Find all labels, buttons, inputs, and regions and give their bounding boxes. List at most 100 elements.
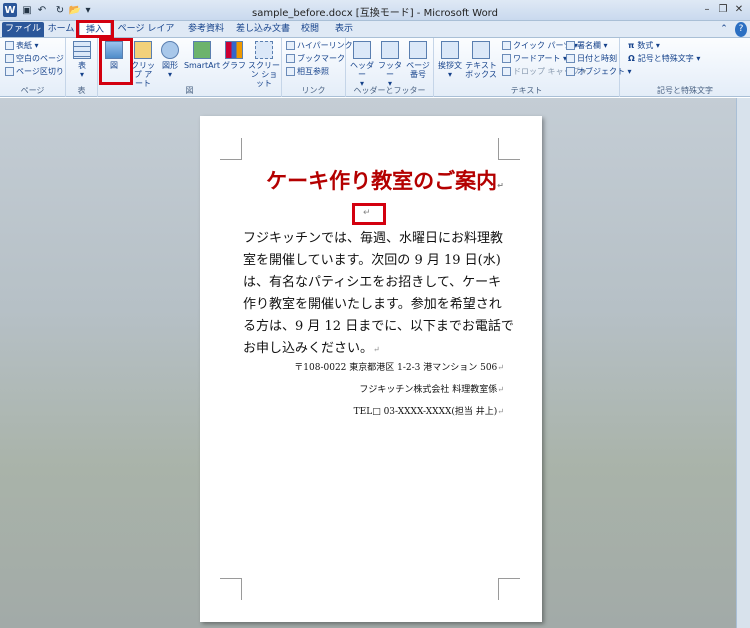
document-page[interactable]: ケーキ作り教室のご案内 ↵ ↵ フジキッチンでは、毎週、水曜日にお料理教 室を開催… — [200, 116, 542, 622]
omega-icon: Ω — [628, 54, 635, 63]
header-label: ヘッダー — [350, 61, 374, 79]
page-number-button[interactable]: ページ 番号 — [404, 41, 432, 79]
screenshot-label: スクリーン ショット — [248, 61, 280, 88]
signature-button[interactable]: 署名欄 ▾ — [566, 40, 608, 52]
equation-button[interactable]: π 数式 ▾ — [628, 40, 660, 52]
paragraph-mark: ↵ — [373, 345, 380, 354]
address-line: 〒108-0022 東京都港区 1-2-3 港マンション 506↵ — [294, 360, 504, 373]
body-line: は、有名なパティシエをお招きして、ケーキ — [243, 275, 502, 290]
screenshot-icon — [255, 41, 273, 59]
datetime-label: 日付と時刻 — [577, 54, 617, 63]
group-text: 挨拶文 ▾ テキスト ボックス クイック パーツ ▾ ワードアート ▾ ドロップ … — [434, 38, 632, 97]
cover-label: 表紙 ▾ — [16, 41, 39, 50]
group-header-footer: ヘッダー ▾ フッター ▾ ページ 番号 ヘッダーとフッター — [346, 38, 434, 97]
close-button[interactable]: ✕ — [732, 3, 746, 17]
shapes-label: 図形 — [162, 61, 178, 70]
group-pages: 表紙 ▾ 空白のページ ページ区切り ページ — [0, 38, 66, 97]
crossref-button[interactable]: 相互参照 — [286, 66, 329, 78]
header-button[interactable]: ヘッダー ▾ — [348, 41, 376, 88]
table-button[interactable]: 表 ▾ — [72, 41, 92, 79]
crossref-label: 相互参照 — [297, 67, 329, 76]
body-line: 作り教室を開催いたします。参加を希望され — [243, 297, 502, 312]
dropcap-icon — [502, 67, 511, 76]
crop-mark-top-right — [498, 138, 520, 160]
highlight-insert-tab — [76, 20, 114, 38]
paragraph-mark: ↵ — [497, 407, 504, 416]
tab-review[interactable]: 校閲 — [296, 22, 324, 37]
group-table: 表 ▾ 表 — [66, 38, 98, 97]
pi-icon: π — [628, 41, 635, 50]
title-bar: W ▣ ↶ ↻ 📂 ▾ sample_before.docx [互換モード] -… — [0, 0, 750, 21]
window-title: sample_before.docx [互換モード] - Microsoft W… — [252, 8, 498, 19]
help-icon[interactable]: ? — [735, 22, 747, 37]
vertical-ruler[interactable] — [736, 98, 750, 628]
paragraph-mark: ↵ — [497, 385, 504, 394]
address-text: 〒108-0022 東京都港区 1-2-3 港マンション 506 — [294, 363, 498, 373]
blank-page-button[interactable]: 空白のページ — [5, 53, 64, 65]
body-line: フジキッチンでは、毎週、水曜日にお料理教 — [243, 231, 504, 246]
bookmark-button[interactable]: ブックマーク — [286, 53, 345, 65]
footer-icon — [381, 41, 399, 59]
tab-file[interactable]: ファイル — [2, 22, 44, 37]
wordart-label: ワードアート ▾ — [513, 54, 568, 63]
chart-icon — [225, 41, 243, 59]
greeting-button[interactable]: 挨拶文 ▾ — [436, 41, 464, 79]
crop-mark-top-left — [220, 138, 242, 160]
title-text: ケーキ作り教室のご案内 — [266, 169, 498, 193]
tab-references[interactable]: 参考資料 — [184, 22, 228, 37]
smartart-button[interactable]: SmartArt — [183, 41, 221, 70]
footer-label: フッター — [378, 61, 402, 79]
smartart-icon — [193, 41, 211, 59]
tel-text: TEL□ 03-XXXX-XXXX(担当 井上) — [353, 407, 498, 417]
break-label: ページ区切り — [16, 67, 64, 76]
textbox-icon — [472, 41, 490, 59]
page-break-button[interactable]: ページ区切り — [5, 66, 64, 78]
group-symbols-label: 記号と特殊文字 — [657, 86, 713, 95]
bookmark-icon — [286, 54, 295, 63]
minimize-button[interactable]: – — [700, 3, 714, 17]
tab-home[interactable]: ホーム — [46, 22, 76, 37]
body-last-text: お申し込みください。 — [243, 341, 374, 356]
symbol-label: 記号と特殊文字 ▾ — [637, 54, 701, 63]
footer-button[interactable]: フッター ▾ — [376, 41, 404, 88]
tel-line: TEL□ 03-XXXX-XXXX(担当 井上)↵ — [354, 404, 504, 417]
textbox-button[interactable]: テキスト ボックス — [464, 41, 498, 79]
crossref-icon — [286, 67, 295, 76]
body-line-last: お申し込みください。↵ — [243, 337, 380, 356]
group-links: ハイパーリンク ブックマーク 相互参照 リンク — [282, 38, 353, 97]
screenshot-button[interactable]: スクリーン ショット — [248, 41, 280, 88]
clipart-button[interactable]: クリップ アート — [130, 41, 156, 88]
page-number-label: ページ 番号 — [406, 61, 430, 79]
body-line: る方は、9 月 12 日までに、以下までお電話で — [243, 319, 514, 334]
paragraph-mark: ↵ — [497, 363, 504, 372]
group-illustrations-label: 図 — [185, 86, 194, 95]
table-label: 表 — [78, 61, 86, 70]
group-symbols: π 数式 ▾ Ω 記号と特殊文字 ▾ 記号と特殊文字 — [620, 38, 750, 97]
group-links-label: リンク — [301, 86, 326, 95]
chart-button[interactable]: グラフ — [222, 41, 246, 70]
greeting-label: 挨拶文 — [438, 61, 462, 70]
shapes-button[interactable]: 図形 ▾ — [158, 41, 182, 79]
tab-mailings[interactable]: 差し込み文書 — [234, 22, 292, 37]
table-icon — [73, 41, 91, 59]
restore-button[interactable]: ❐ — [716, 3, 730, 17]
company-text: フジキッチン株式会社 料理教室係 — [359, 385, 498, 395]
group-pages-label: ページ — [20, 86, 45, 95]
shapes-icon — [161, 41, 179, 59]
body-line: 室を開催しています。次回の 9 月 19 日(水) — [243, 253, 501, 268]
crop-mark-bottom-right — [498, 578, 520, 600]
quickparts-icon — [502, 41, 511, 50]
symbol-button[interactable]: Ω 記号と特殊文字 ▾ — [628, 53, 700, 65]
group-text-label: テキスト — [510, 86, 543, 95]
tab-page-layout[interactable]: ページ レイアウト — [114, 22, 178, 49]
tab-view[interactable]: 表示 — [330, 22, 358, 37]
datetime-button[interactable]: 日付と時刻 — [566, 53, 617, 65]
page-number-icon — [409, 41, 427, 59]
wordart-button[interactable]: ワードアート ▾ — [502, 53, 567, 65]
cover-page-button[interactable]: 表紙 ▾ — [5, 40, 39, 52]
signature-label: 署名欄 ▾ — [577, 41, 608, 50]
chart-label: グラフ — [222, 61, 246, 70]
hyperlink-button[interactable]: ハイパーリンク — [286, 40, 353, 52]
hyperlink-icon — [286, 41, 295, 50]
ribbon-collapse-icon[interactable]: ⌃ — [718, 22, 730, 37]
